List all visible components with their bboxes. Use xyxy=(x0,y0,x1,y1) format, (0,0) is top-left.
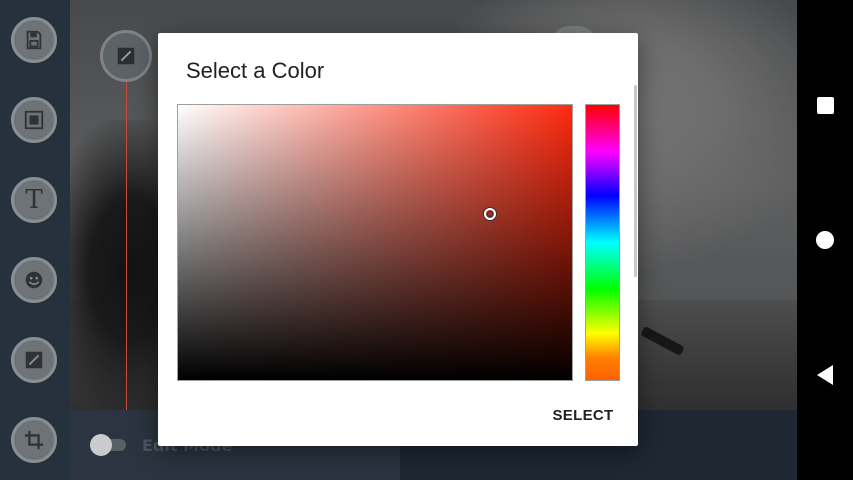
brush-icon xyxy=(117,47,135,65)
hue-slider[interactable] xyxy=(585,104,620,381)
select-button[interactable]: SELECT xyxy=(542,397,624,433)
back-button[interactable] xyxy=(812,362,838,388)
home-button[interactable] xyxy=(812,227,838,253)
sticker-button[interactable] xyxy=(11,257,57,303)
dialog-title: Select a Color xyxy=(186,58,325,83)
image-icon xyxy=(24,110,44,130)
sticker-icon xyxy=(25,271,43,289)
crop-icon xyxy=(24,430,44,450)
saturation-value-panel[interactable] xyxy=(177,104,573,381)
back-icon xyxy=(817,365,833,385)
crop-button[interactable] xyxy=(11,417,57,463)
recents-button[interactable] xyxy=(812,92,838,118)
home-icon xyxy=(816,231,834,249)
save-icon xyxy=(26,30,42,50)
save-button[interactable] xyxy=(11,17,57,63)
image-button[interactable] xyxy=(11,97,57,143)
color-selector-handle[interactable] xyxy=(484,208,496,220)
system-nav-bar xyxy=(797,0,853,480)
text-icon: T xyxy=(25,185,43,215)
brush-icon xyxy=(25,351,43,369)
dialog-scrollbar[interactable] xyxy=(634,85,637,277)
text-button[interactable]: T xyxy=(11,177,57,223)
recents-icon xyxy=(816,96,834,114)
brush-tool-button[interactable] xyxy=(11,337,57,383)
tool-sidebar: T xyxy=(0,0,70,480)
guide-line xyxy=(126,80,127,410)
toggle-thumb xyxy=(90,434,112,456)
edit-mode-toggle[interactable] xyxy=(90,434,128,456)
color-picker-dialog: Select a Color SELECT xyxy=(158,33,638,446)
active-brush-button[interactable] xyxy=(100,30,152,82)
